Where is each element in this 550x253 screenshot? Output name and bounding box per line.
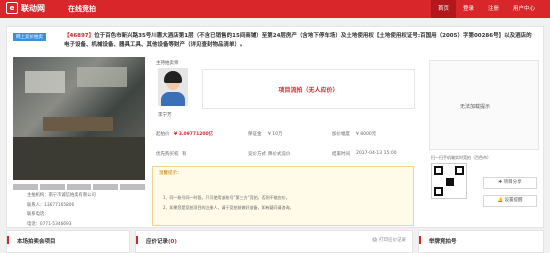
auction-status: 项目流拍（无人应价） (278, 86, 339, 94)
set-reminder-button[interactable]: 🔔 设置提醒 (483, 195, 537, 207)
contact-person: 联系人：13677165806 (27, 202, 75, 208)
auctioneer-label: 主持拍卖师 (156, 61, 179, 66)
warm-tips-box: 温馨提示： 1、同一账号同一时段，只可使用该账号“第三方”竞拍，否则不能应价。 … (152, 166, 414, 226)
logo-text: 联动网 (21, 3, 45, 13)
method-label: 竞价方式 (248, 152, 266, 157)
nav-user-center[interactable]: 用户中心 (506, 0, 542, 18)
increment: ¥ 8000元 (356, 132, 377, 137)
deposit: ¥ 10万 (268, 132, 283, 137)
bell-icon: 🔔 (497, 198, 505, 203)
nav-login[interactable]: 登录 (456, 0, 481, 18)
lot-number: 【46897】 (64, 33, 95, 39)
qr-code (431, 163, 467, 199)
bid-number-title: 举牌竞拍号 (429, 239, 457, 245)
end-label: 结束时间 (332, 152, 350, 157)
priority: 有 (182, 152, 187, 157)
end-time: 2017-04-13 15:00 (356, 151, 397, 156)
bid-number-panel: 举牌竞拍号 (418, 230, 544, 253)
bid-records-panel: 应价记录(0) 🖨 打印应价记录 (135, 230, 413, 253)
print-icon: 🖨 (371, 238, 379, 243)
deposit-label: 保证金 (248, 132, 262, 137)
top-navigation-bar: e 联动网 在线竞拍 首页 登录 注册 用户中心 (0, 0, 550, 18)
bid-records-title: 应价记录(0) (146, 239, 177, 245)
warm-tip-2: 2、如果您是竞拍项目的注册人，请于竞拍前做好准备，如有疑问请咨询。 (163, 205, 294, 210)
qr-label: 扫一扫手机端实时竞拍（百色市） (431, 155, 491, 160)
auction-title: 【46897】位于百色市新兴路35号川惠大酒店第1层（不含已销售的15间商铺）至… (64, 32, 534, 49)
site-name: 在线竞拍 (68, 5, 96, 13)
auctioneer-avatar (158, 68, 188, 106)
auction-type-tag: 网上竞价拍卖 (13, 33, 46, 41)
main-nav: 首页 登录 注册 用户中心 (430, 0, 542, 18)
warm-tip-1: 1、同一账号同一时段，只可使用该账号“第三方”竞拍，否则不能应价。 (163, 195, 290, 200)
priority-label: 优先购买权 (156, 152, 179, 157)
start-price: ¥ 3.09771200亿 (174, 132, 214, 137)
auctioneer-box: 主持拍卖师 李宁芳 (154, 60, 199, 122)
share-button[interactable]: ✚ 项目分享 (483, 177, 537, 189)
nav-register[interactable]: 注册 (481, 0, 506, 18)
increment-label: 加价幅度 (332, 132, 350, 137)
warm-tips-title: 温馨提示： (159, 171, 182, 176)
auction-detail-card: 网上竞价拍卖 【46897】位于百色市新兴路35号川惠大酒店第1层（不含已销售的… (6, 26, 544, 236)
nav-home[interactable]: 首页 (430, 0, 456, 18)
contact-phone: 电话：0771-5346693 (27, 221, 72, 227)
auction-status-box: 项目流拍（无人应价） (202, 69, 415, 109)
auctioneer-name: 李宁芳 (158, 113, 172, 118)
photo-thumbnails[interactable] (13, 184, 145, 190)
logo-icon: e (6, 2, 18, 14)
contact-phone-label: 联系电话： (27, 212, 49, 217)
method: 降价式竞价 (268, 152, 291, 157)
start-price-label: 起拍价 (156, 132, 170, 137)
price-info: 起拍价 ¥ 3.09771200亿 保证金 ¥ 10万 加价幅度 ¥ 8000元… (152, 129, 422, 161)
session-items-panel: 本场拍卖会项目 (6, 230, 130, 253)
session-items-title: 本场拍卖会项目 (17, 239, 56, 245)
print-records-link[interactable]: 🖨 打印应价记录 (372, 237, 406, 243)
auction-title-text: 位于百色市新兴路35号川惠大酒店第1层（不含已销售的15间商铺）至第24层房产（… (64, 33, 532, 48)
reminder-text: 无法加载提示 (460, 104, 491, 110)
contact-org: 主拍机构：南宁市诚信拍卖有限公司 (27, 193, 96, 198)
property-photo[interactable] (13, 57, 145, 180)
site-logo[interactable]: e 联动网 (6, 2, 45, 14)
reminder-panel: 无法加载提示 (429, 60, 539, 150)
